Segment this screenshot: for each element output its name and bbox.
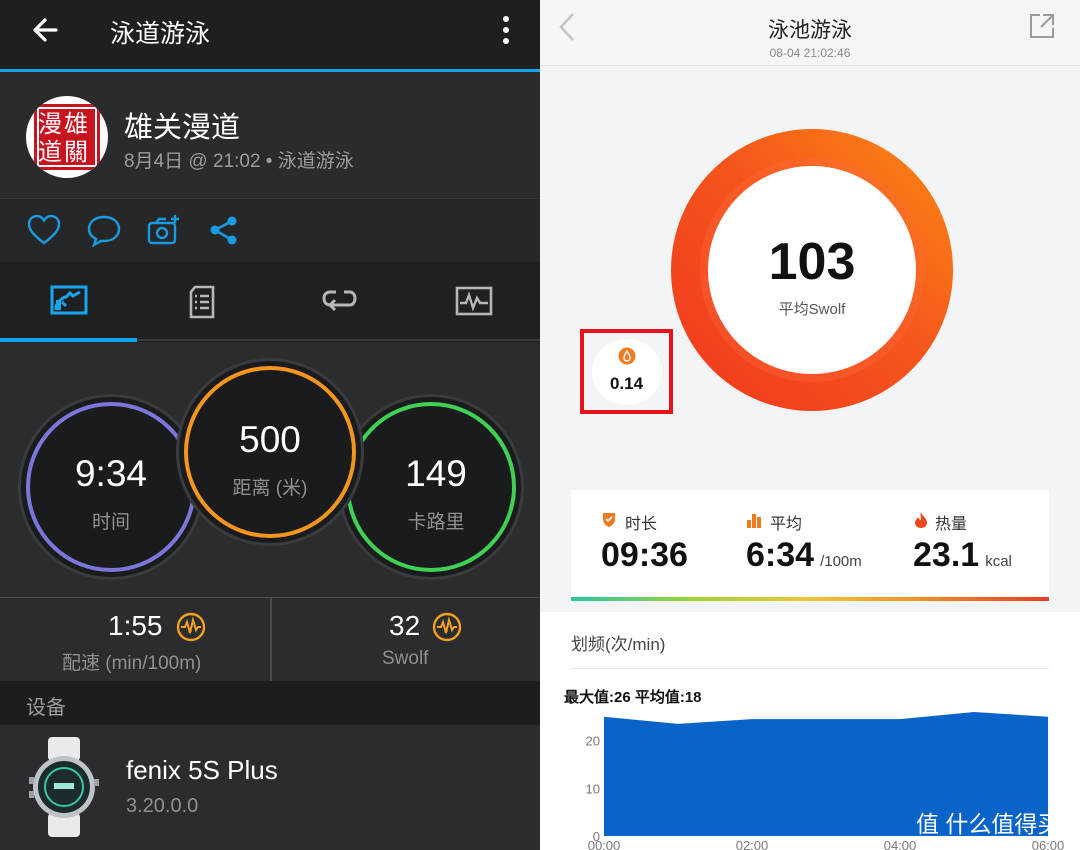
details-icon [189, 285, 215, 319]
top-app-bar: 泳池游泳 08-04 21:02:46 [540, 0, 1080, 66]
pace-stat: 1:55 配速 (min/100m) [0, 598, 270, 682]
mini-metric[interactable] [592, 339, 662, 405]
x-tick-label: 00:00 [588, 838, 621, 850]
tab-details[interactable] [135, 262, 270, 342]
svg-text:漫: 漫 [38, 110, 62, 138]
activity-meta: 8月4日 @ 21:02 • 泳道游泳 [124, 151, 354, 172]
action-bar [0, 198, 540, 262]
back-arrow-icon[interactable] [28, 12, 64, 48]
distance-ring: 500 距离 (米) [176, 358, 364, 546]
performance-icon[interactable] [432, 612, 462, 642]
performance-icon[interactable] [176, 612, 206, 642]
garmin-activity-screen: 泳道游泳 雄 關 漫 道 雄关漫道 8月4日 @ 21:02 • 泳道游泳 9:… [0, 0, 540, 850]
time-value: 9:34 [74, 453, 147, 494]
pool-swim-screen: 泳池游泳 08-04 21:02:46 103 平均Swolf 0.14 时长 … [540, 0, 1080, 850]
activity-time: 08-04 21:02:46 [769, 46, 851, 60]
highlight-box: 0.14 [580, 329, 673, 414]
duration-item: 时长 09:36 [601, 490, 741, 598]
share-icon[interactable] [206, 213, 242, 247]
calories-value: 23.1 kcal [913, 536, 1012, 574]
calories-unit: kcal [985, 553, 1012, 570]
tab-bar [0, 262, 540, 342]
calories-value: 149 [405, 453, 467, 494]
medal-icon [603, 513, 615, 527]
seal-avatar-icon: 雄 關 漫 道 [34, 104, 100, 170]
tab-overview[interactable] [0, 262, 135, 342]
swolf-ring: 103 平均Swolf [662, 120, 962, 420]
share-export-icon[interactable] [1028, 12, 1056, 40]
calories-item: 热量 23.1 kcal [913, 490, 1049, 598]
distance-value: 500 [239, 419, 301, 460]
section-title: 设备 [26, 697, 66, 719]
profile-card: 雄 關 漫 道 雄关漫道 8月4日 @ 21:02 • 泳道游泳 [0, 72, 540, 198]
chart-divider [571, 668, 1049, 669]
swolf-label: Swolf [382, 648, 429, 669]
overview-icon [50, 285, 88, 315]
more-menu-icon[interactable] [496, 12, 516, 48]
swolf-value: 103 [768, 233, 856, 291]
pace-value: 1:55 [108, 610, 163, 641]
chart-icon [455, 286, 493, 316]
swolf-value: 32 [389, 610, 421, 641]
tab-divider [137, 339, 540, 341]
summary-rings: 9:34 时间 149 卡路里 500 距离 (米) [0, 342, 540, 597]
watch-icon [29, 737, 99, 837]
svg-text:雄: 雄 [64, 110, 88, 138]
duration-label: 时长 [625, 516, 658, 533]
average-pace-item: 平均 6:34/100m [746, 490, 906, 598]
swolf-label: 平均Swolf [778, 301, 846, 318]
stats-row: 1:55 配速 (min/100m) 32 Swolf [0, 597, 540, 682]
page-title: 泳池游泳 [768, 19, 852, 42]
comment-icon[interactable] [86, 213, 122, 247]
chart-stats: 最大值:26 平均值:18 [564, 689, 702, 706]
distance-label: 距离 (米) [232, 478, 308, 499]
add-photo-icon[interactable] [146, 213, 182, 247]
gradient-divider [571, 597, 1049, 601]
summary-card: 时长 09:36 平均 6:34/100m 热量 23.1 kcal [571, 490, 1049, 602]
time-ring: 9:34 时间 [18, 394, 204, 580]
average-label: 平均 [770, 516, 803, 533]
profile-name[interactable]: 雄关漫道 [124, 104, 240, 146]
y-tick-label: 10 [586, 781, 600, 796]
tab-laps[interactable] [270, 262, 405, 342]
tab-charts[interactable] [405, 262, 540, 342]
section-header-devices: 设备 [0, 681, 540, 725]
heart-icon[interactable] [26, 213, 62, 247]
x-tick-label: 02:00 [736, 838, 769, 850]
device-version: 3.20.0.0 [126, 795, 199, 817]
x-tick-label: 06:00 [1032, 838, 1065, 850]
x-tick-label: 04:00 [884, 838, 917, 850]
time-label: 时间 [91, 512, 130, 533]
swolf-stat: 32 Swolf [272, 598, 540, 682]
laps-icon [322, 290, 357, 312]
device-name: fenix 5S Plus [126, 755, 278, 785]
calories-ring: 149 卡路里 [338, 394, 524, 580]
flame-icon [915, 512, 927, 528]
svg-text:關: 關 [64, 138, 88, 166]
drop-icon [618, 347, 636, 365]
calories-label: 卡路里 [407, 512, 465, 533]
y-tick-label: 20 [586, 734, 600, 749]
duration-value: 09:36 [601, 536, 688, 574]
page-title: 泳道游泳 [110, 20, 211, 48]
chart-title: 划频(次/min) [571, 635, 666, 654]
average-unit: /100m [820, 553, 862, 570]
svg-text:道: 道 [38, 138, 62, 166]
top-app-bar: 泳道游泳 [0, 0, 540, 70]
device-row[interactable]: fenix 5S Plus 3.20.0.0 [0, 725, 540, 850]
avatar[interactable]: 雄 關 漫 道 [26, 96, 108, 178]
calories-label: 热量 [935, 516, 968, 533]
bar-chart-icon [747, 514, 761, 528]
average-value: 6:34/100m [746, 536, 862, 574]
mini-metric-value: 0.14 [609, 374, 644, 393]
watermark: 值 什么值得买 [916, 811, 1061, 837]
pace-label: 配速 (min/100m) [62, 653, 202, 674]
